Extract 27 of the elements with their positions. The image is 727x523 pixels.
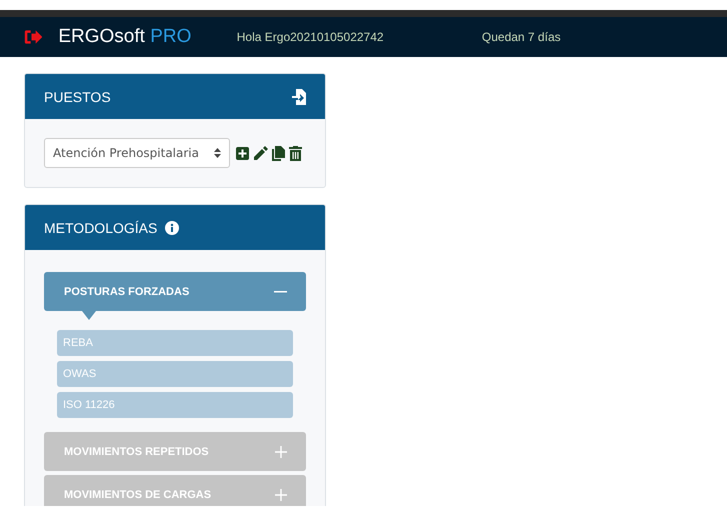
position-select[interactable]: Atención Prehospitalaria [44, 138, 230, 168]
section-title: POSTURAS FORZADAS [64, 286, 190, 298]
accordion-header[interactable]: MOVIMIENTOS DE CARGAS [44, 475, 306, 506]
method-item[interactable]: ISO 11226 [57, 392, 293, 418]
greeting-text: Hola Ergo20210105022742 [236, 30, 385, 44]
pointer-icon [82, 311, 96, 320]
add-icon[interactable] [236, 146, 249, 160]
accordion-header[interactable]: MOVIMIENTOS REPETIDOS [44, 432, 306, 471]
minus-icon [274, 290, 287, 292]
panel-title: PUESTOS [44, 88, 112, 104]
section-title: MOVIMIENTOS DE CARGAS [64, 488, 212, 500]
copy-icon[interactable] [272, 146, 285, 160]
edit-icon[interactable] [253, 146, 268, 160]
method-item[interactable]: OWAS [57, 361, 293, 387]
logout-icon[interactable] [24, 28, 42, 46]
app-logo: ERGOsoft PRO [58, 26, 192, 48]
trash-icon[interactable] [289, 146, 302, 160]
method-item[interactable]: REBA [57, 330, 293, 356]
panel-title: METODOLOGÍAS [44, 220, 158, 236]
sort-icon [214, 148, 221, 158]
accordion-header[interactable]: POSTURAS FORZADAS [44, 272, 306, 311]
plus-icon [275, 446, 287, 458]
section-title: MOVIMIENTOS REPETIDOS [64, 446, 209, 458]
plus-icon [275, 488, 287, 500]
trial-days-text: Quedan 7 días [482, 30, 562, 44]
info-icon[interactable] [165, 220, 180, 234]
file-import-icon[interactable] [292, 88, 306, 104]
